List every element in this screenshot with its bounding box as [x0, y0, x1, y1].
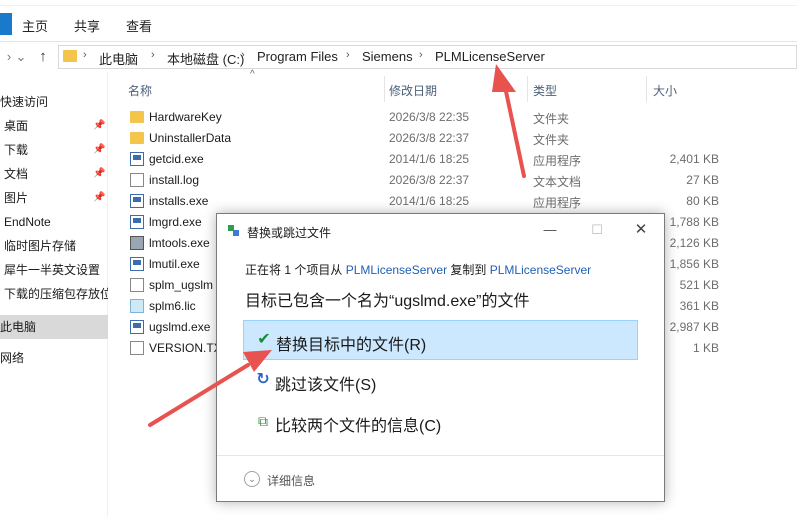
- folder-icon: [130, 111, 144, 123]
- sidebar-item-quick-access[interactable]: 快速访问: [0, 90, 108, 114]
- sidebar-item-downloads[interactable]: 下载 📌: [0, 138, 108, 162]
- sidebar-item-label: 网络: [0, 351, 25, 365]
- application-icon: [130, 194, 144, 208]
- sidebar-item-label: 此电脑: [0, 320, 37, 334]
- text-document-icon: [130, 173, 144, 187]
- file-row[interactable]: install.log 2026/3/8 22:37 文本文档 27 KB: [124, 170, 784, 191]
- sidebar-item-label: 快速访问: [0, 95, 49, 109]
- conflict-heading: 目标已包含一个名为“ugslmd.exe”的文件: [245, 293, 530, 310]
- sidebar-item-network[interactable]: 网络: [0, 346, 108, 370]
- file-tab[interactable]: [0, 13, 12, 35]
- column-header-type[interactable]: 类型: [533, 82, 557, 99]
- chevron-right-icon[interactable]: ›: [241, 49, 245, 61]
- folder-icon: [130, 132, 144, 144]
- application-icon: [130, 257, 144, 271]
- recent-dropdown-icon[interactable]: ⌄: [12, 47, 30, 67]
- sidebar-item-label: 桌面: [4, 119, 29, 133]
- pin-icon: 📌: [93, 144, 106, 155]
- sidebar-item-label: 下载: [4, 143, 29, 157]
- breadcrumb-this-pc[interactable]: 此电脑: [99, 49, 138, 68]
- target-folder-link[interactable]: PLMLicenseServer: [490, 263, 591, 277]
- sidebar-item-this-pc[interactable]: 此电脑: [0, 315, 108, 339]
- sidebar-item-endnote[interactable]: EndNote: [0, 210, 108, 234]
- pin-icon: 📌: [93, 120, 106, 131]
- text-document-icon: [130, 278, 144, 292]
- column-divider[interactable]: [384, 76, 385, 102]
- breadcrumb-siemens[interactable]: Siemens: [362, 49, 413, 64]
- copy-status-line: 正在将 1 个项目从 PLMLicenseServer 复制到 PLMLicen…: [245, 263, 592, 277]
- application-icon: [130, 215, 144, 229]
- sidebar-item-label: 临时图片存储: [4, 239, 77, 253]
- file-row[interactable]: HardwareKey 2026/3/8 22:35 文件夹: [124, 107, 784, 128]
- more-details-toggle[interactable]: 详细信息: [267, 472, 315, 489]
- sidebar-item-desktop[interactable]: 桌面 📌: [0, 114, 108, 138]
- navigation-bar: › ⌄ ↑ › 此电脑 › 本地磁盘 (C:) › Program Files …: [0, 42, 797, 72]
- breadcrumb-plmlicenseserver[interactable]: PLMLicenseServer: [435, 49, 545, 64]
- compare-files-option[interactable]: ⧉ 比较两个文件的信息(C): [243, 402, 638, 442]
- tab-view[interactable]: 查看: [126, 16, 152, 35]
- chevron-right-icon[interactable]: ›: [419, 49, 423, 61]
- compare-icon: ⧉: [258, 413, 268, 429]
- pin-icon: 📌: [93, 168, 106, 179]
- sidebar-item-label: 犀牛一半英文设置: [4, 263, 101, 277]
- navigation-pane: 快速访问 桌面 📌 下载 📌 文档 📌 图片 📌 EndNote 临时图片存储 犀牛一半…: [0, 72, 108, 517]
- sidebar-item-documents[interactable]: 文档 📌: [0, 162, 108, 186]
- license-file-icon: [130, 299, 144, 313]
- chevron-right-icon[interactable]: ›: [151, 49, 155, 61]
- tab-home[interactable]: 主页: [22, 16, 48, 35]
- pin-icon: 📌: [93, 192, 106, 203]
- close-icon[interactable]: ✕: [633, 222, 649, 238]
- application-icon: [130, 320, 144, 334]
- skip-file-option[interactable]: ↻ 跳过该文件(S): [243, 361, 638, 401]
- sidebar-item-temp-images[interactable]: 临时图片存储: [0, 234, 108, 258]
- sort-ascending-icon: ^: [250, 69, 255, 80]
- file-row[interactable]: installs.exe 2014/1/6 18:25 应用程序 80 KB: [124, 191, 784, 212]
- skip-icon: ↻: [256, 371, 270, 388]
- column-divider[interactable]: [527, 76, 528, 102]
- breadcrumb-local-disk[interactable]: 本地磁盘 (C:): [167, 49, 244, 68]
- breadcrumb-program-files[interactable]: Program Files: [257, 49, 338, 64]
- sidebar-item-label: 图片: [4, 191, 29, 205]
- maximize-icon: ☐: [591, 222, 603, 237]
- sidebar-item-pictures[interactable]: 图片 📌: [0, 186, 108, 210]
- sidebar-item-label: 文档: [4, 167, 29, 181]
- text-document-icon: [130, 341, 144, 355]
- checkmark-icon: ✔: [257, 331, 271, 348]
- column-header-date[interactable]: 修改日期: [389, 82, 437, 99]
- sidebar-item-zip-downloads[interactable]: 下载的压缩包存放位: [0, 282, 108, 306]
- replace-file-option[interactable]: ✔ 替换目标中的文件(R): [243, 320, 638, 360]
- tool-application-icon: [130, 236, 144, 250]
- replace-or-skip-dialog: 替换或跳过文件 — ☐ ✕ 正在将 1 个项目从 PLMLicenseServe…: [216, 213, 665, 502]
- sidebar-item-label: EndNote: [4, 215, 51, 229]
- file-row[interactable]: getcid.exe 2014/1/6 18:25 应用程序 2,401 KB: [124, 149, 784, 170]
- column-header-size[interactable]: 大小: [653, 82, 677, 99]
- tab-share[interactable]: 共享: [74, 16, 100, 35]
- chevron-right-icon[interactable]: ›: [83, 49, 87, 61]
- column-header-name[interactable]: 名称: [128, 82, 152, 99]
- application-icon: [130, 152, 144, 166]
- copy-app-icon: [228, 225, 239, 236]
- sidebar-item-rhino-settings[interactable]: 犀牛一半英文设置: [0, 258, 108, 282]
- address-bar[interactable]: › 此电脑 › 本地磁盘 (C:) › Program Files › Siem…: [58, 45, 797, 69]
- ribbon: 主页 共享 查看: [0, 6, 797, 42]
- dialog-titlebar[interactable]: 替换或跳过文件 — ☐ ✕: [217, 214, 664, 246]
- up-arrow-icon[interactable]: ↑: [34, 47, 52, 67]
- dialog-footer: ⌄ 详细信息: [217, 455, 664, 501]
- minimize-icon[interactable]: —: [542, 222, 558, 238]
- source-folder-link[interactable]: PLMLicenseServer: [346, 263, 447, 277]
- column-divider[interactable]: [646, 76, 647, 102]
- file-row[interactable]: UninstallerData 2026/3/8 22:37 文件夹: [124, 128, 784, 149]
- chevron-right-icon[interactable]: ›: [346, 49, 350, 61]
- chevron-down-icon[interactable]: ⌄: [244, 471, 260, 487]
- dialog-title: 替换或跳过文件: [247, 226, 332, 240]
- sidebar-item-label: 下载的压缩包存放位: [4, 287, 108, 301]
- folder-icon: [63, 50, 77, 62]
